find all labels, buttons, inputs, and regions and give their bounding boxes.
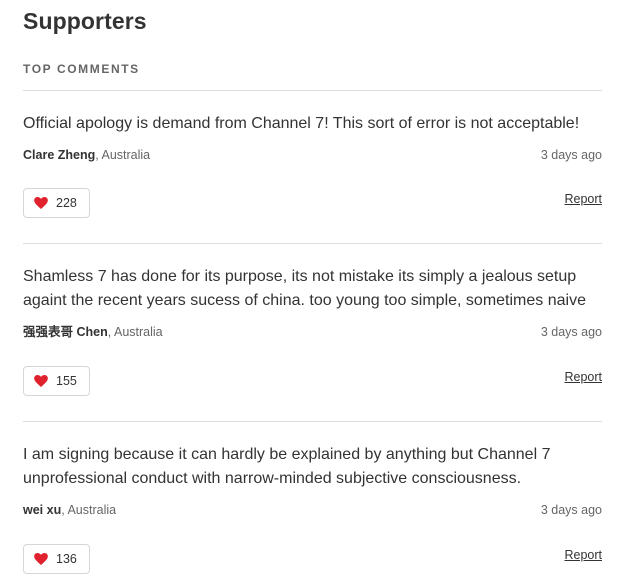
heart-icon <box>34 553 48 565</box>
comment-meta: wei xu, Australia 3 days ago <box>23 501 602 519</box>
section-label: TOP COMMENTS <box>23 62 140 76</box>
comment-timestamp: 3 days ago <box>540 148 602 162</box>
like-count: 136 <box>56 552 77 566</box>
like-button[interactable]: 136 <box>23 544 90 574</box>
comment-meta: Clare Zheng, Australia 3 days ago <box>23 146 602 164</box>
comment-author: Clare Zheng, Australia <box>23 146 150 164</box>
heart-icon <box>34 197 48 209</box>
like-button[interactable]: 155 <box>23 366 90 396</box>
author-name: 强强表哥 Chen <box>23 325 108 339</box>
comment-text: Official apology is demand from Channel … <box>23 115 580 132</box>
divider <box>23 421 602 422</box>
author-name: wei xu <box>23 503 62 517</box>
report-link[interactable]: Report <box>564 548 602 562</box>
divider <box>23 90 602 91</box>
author-location: , Australia <box>95 148 151 162</box>
author-location: , Australia <box>107 325 163 339</box>
comment-timestamp: 3 days ago <box>540 325 602 339</box>
report-link[interactable]: Report <box>564 192 602 206</box>
page-title: Supporters <box>23 8 147 34</box>
author-name: Clare Zheng <box>23 148 96 162</box>
author-location: , Australia <box>61 503 117 517</box>
comment-timestamp: 3 days ago <box>540 503 602 517</box>
divider <box>23 243 602 244</box>
like-count: 155 <box>56 374 77 388</box>
comment-author: 强强表哥 Chen, Australia <box>23 323 163 341</box>
comment-text: I am signing because it can hardly be ex… <box>23 446 551 487</box>
report-link[interactable]: Report <box>564 370 602 384</box>
heart-icon <box>34 375 48 387</box>
like-button[interactable]: 228 <box>23 188 90 218</box>
like-count: 228 <box>56 196 77 210</box>
comment-text: Shamless 7 has done for its purpose, its… <box>23 268 586 309</box>
comment-meta: 强强表哥 Chen, Australia 3 days ago <box>23 323 602 341</box>
comment-author: wei xu, Australia <box>23 501 116 519</box>
